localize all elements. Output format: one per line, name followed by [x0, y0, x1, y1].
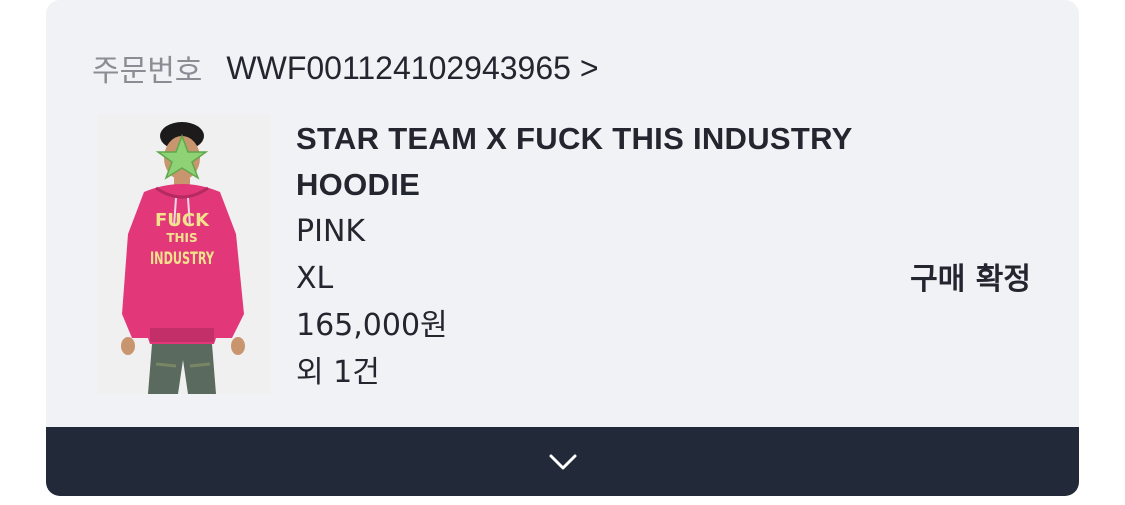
- order-card: 주문번호 WWF001124102943965 > FUCK THIS INDU…: [46, 0, 1079, 496]
- svg-text:THIS: THIS: [166, 231, 197, 245]
- order-number-label: 주문번호: [92, 54, 203, 89]
- order-number-link[interactable]: WWF001124102943965 >: [226, 50, 598, 87]
- svg-text:FUCK: FUCK: [155, 210, 210, 231]
- product-info: STAR TEAM X FUCK THIS INDUSTRY HOODIE PI…: [296, 116, 936, 396]
- svg-text:INDUSTRY: INDUSTRY: [150, 249, 214, 269]
- product-name[interactable]: STAR TEAM X FUCK THIS INDUSTRY HOODIE: [296, 116, 936, 208]
- product-price: 165,000원: [296, 308, 448, 343]
- product-image[interactable]: FUCK THIS INDUSTRY: [98, 114, 270, 394]
- extra-item-count: 외 1건: [296, 355, 380, 390]
- order-number-row[interactable]: 주문번호 WWF001124102943965 >: [92, 48, 599, 90]
- purchase-confirmed-status[interactable]: 구매 확정: [910, 254, 1031, 298]
- expand-button[interactable]: [46, 427, 1079, 496]
- chevron-down-icon: [549, 454, 576, 469]
- product-size: XL: [296, 261, 334, 296]
- product-color: PINK: [296, 214, 366, 249]
